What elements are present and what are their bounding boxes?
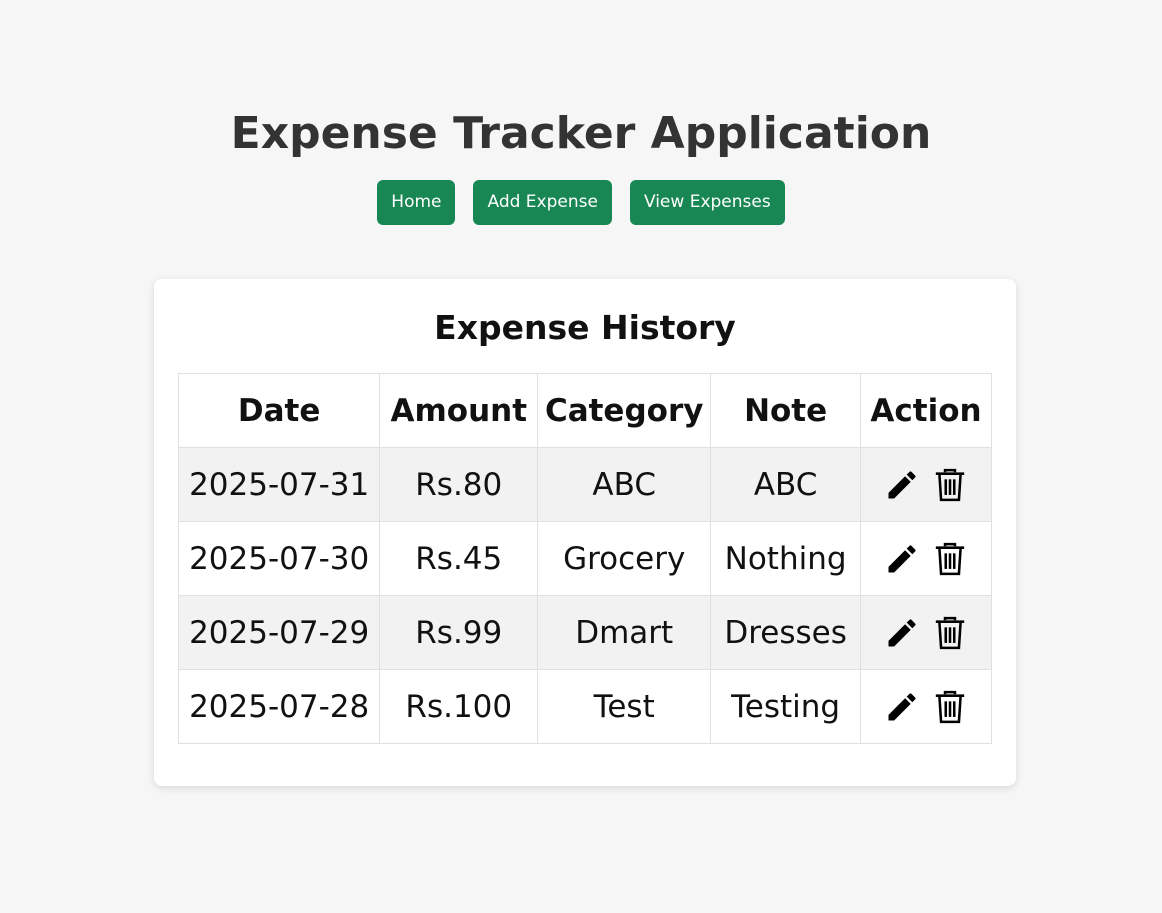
cell-date: 2025-07-29 xyxy=(177,595,381,670)
cell-action xyxy=(860,447,992,522)
table-row: 2025-07-31 Rs.80 ABC ABC xyxy=(177,447,992,522)
pencil-icon[interactable] xyxy=(883,614,921,652)
cell-category: Grocery xyxy=(537,521,712,596)
cell-note: ABC xyxy=(710,447,862,522)
trash-icon[interactable] xyxy=(931,466,969,504)
trash-icon[interactable] xyxy=(931,614,969,652)
cell-note: Nothing xyxy=(710,521,862,596)
pencil-icon[interactable] xyxy=(883,466,921,504)
table-row: 2025-07-30 Rs.45 Grocery Nothing xyxy=(177,521,992,596)
view-expenses-button[interactable]: View Expenses xyxy=(629,180,785,225)
pencil-icon[interactable] xyxy=(883,688,921,726)
home-button[interactable]: Home xyxy=(377,180,456,225)
cell-action xyxy=(860,669,992,744)
cell-category: Dmart xyxy=(537,595,712,670)
table-row: 2025-07-29 Rs.99 Dmart Dresses xyxy=(177,595,992,670)
trash-icon[interactable] xyxy=(931,540,969,578)
cell-date: 2025-07-31 xyxy=(177,447,381,522)
cell-action xyxy=(860,521,992,596)
cell-amount: Rs.45 xyxy=(379,521,539,596)
cell-note: Testing xyxy=(710,669,862,744)
row-actions xyxy=(865,688,987,726)
cell-action xyxy=(860,595,992,670)
row-actions xyxy=(865,614,987,652)
expense-history-title: Expense History xyxy=(434,308,736,347)
column-header-note: Note xyxy=(710,373,862,448)
cell-category: Test xyxy=(537,669,712,744)
cell-date: 2025-07-28 xyxy=(177,669,381,744)
expense-table: Date Amount Category Note Action 2025-07… xyxy=(177,373,992,744)
expense-rows: 2025-07-31 Rs.80 ABC ABC 2025-07-30 Rs.4… xyxy=(177,447,992,744)
table-header-row: Date Amount Category Note Action xyxy=(177,373,992,448)
cell-amount: Rs.80 xyxy=(379,447,539,522)
table-row: 2025-07-28 Rs.100 Test Testing xyxy=(177,669,992,744)
pencil-icon[interactable] xyxy=(883,540,921,578)
cell-amount: Rs.99 xyxy=(379,595,539,670)
main-nav: Home Add Expense View Expenses xyxy=(0,180,1162,225)
column-header-action: Action xyxy=(860,373,992,448)
cell-date: 2025-07-30 xyxy=(177,521,381,596)
row-actions xyxy=(865,466,987,504)
add-expense-button[interactable]: Add Expense xyxy=(473,180,612,225)
row-actions xyxy=(865,540,987,578)
trash-icon[interactable] xyxy=(931,688,969,726)
column-header-category: Category xyxy=(537,373,712,448)
page-title: Expense Tracker Application xyxy=(230,108,932,159)
column-header-amount: Amount xyxy=(379,373,539,448)
cell-amount: Rs.100 xyxy=(379,669,539,744)
expense-history-card: Expense History Date Amount Category Not… xyxy=(154,279,1016,786)
cell-category: ABC xyxy=(537,447,712,522)
column-header-date: Date xyxy=(177,373,381,448)
cell-note: Dresses xyxy=(710,595,862,670)
